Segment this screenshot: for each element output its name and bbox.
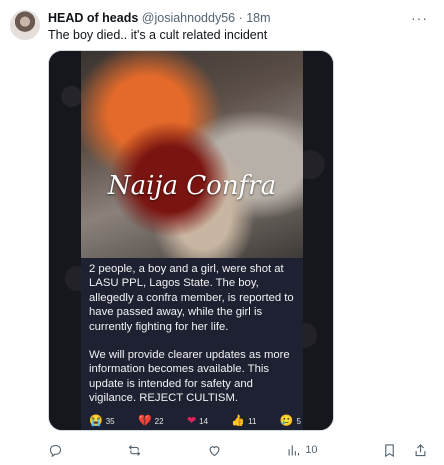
reaction-count: 5	[296, 416, 301, 426]
reaction-count: 22	[154, 416, 164, 426]
author-handle[interactable]: @josiahnoddy56	[142, 11, 235, 25]
views-button[interactable]: 10	[286, 443, 318, 458]
like-button[interactable]	[207, 443, 222, 458]
crying-face-icon: 😭	[89, 414, 103, 427]
reaction-count: 35	[105, 416, 115, 426]
more-options-icon[interactable]: ···	[411, 10, 428, 26]
separator-dot: ·	[238, 11, 243, 25]
tweet-text: The boy died.. it's a cult related incid…	[48, 28, 268, 42]
bookmark-icon[interactable]	[382, 443, 397, 458]
caption-text: 2 people, a boy and a girl, were shot at…	[89, 262, 301, 420]
caption-paragraph-1: 2 people, a boy and a girl, were shot at…	[89, 263, 294, 333]
reaction-count: 11	[248, 416, 257, 426]
smiling-tear-icon: 🥲	[279, 414, 294, 427]
watermark-text: Naija Confra	[107, 171, 277, 201]
bookmark-share-group	[382, 443, 428, 458]
incident-photo	[81, 51, 303, 258]
retweet-icon	[129, 444, 141, 456]
reaction-tear-smile: 🥲 5	[279, 414, 301, 427]
views-count: 10	[305, 444, 318, 456]
reaction-broken-heart: 💔 22	[137, 414, 164, 427]
media-attachment[interactable]: Naija Confra 2 people, a boy and a girl,…	[48, 50, 334, 431]
reaction-cry: 😭 35	[89, 414, 115, 427]
thumbs-up-icon: 👍	[231, 414, 246, 427]
broken-heart-icon: 💔	[137, 414, 152, 427]
author-name[interactable]: HEAD of heads	[48, 11, 138, 25]
reaction-thumbs-up: 👍 11	[231, 414, 257, 427]
share-icon[interactable]	[413, 443, 428, 458]
avatar[interactable]	[10, 10, 40, 40]
timestamp[interactable]: 18m	[246, 11, 270, 25]
reaction-heart: ❤ 14	[186, 414, 209, 427]
views-icon	[288, 445, 300, 455]
red-heart-icon: ❤	[186, 414, 197, 427]
heart-icon	[209, 445, 220, 456]
reply-button[interactable]	[48, 443, 63, 458]
tweet-header: HEAD of heads @josiahnoddy56 · 18m	[48, 11, 404, 26]
retweet-button[interactable]	[127, 443, 142, 458]
reply-icon	[49, 444, 62, 457]
reaction-bar: 😭 35 💔 22 ❤ 14 👍 11 🥲 5	[89, 414, 301, 428]
reaction-count: 14	[199, 416, 209, 426]
action-bar: 10	[48, 441, 428, 459]
caption-paragraph-2: We will provide clearer updates as more …	[89, 349, 290, 405]
